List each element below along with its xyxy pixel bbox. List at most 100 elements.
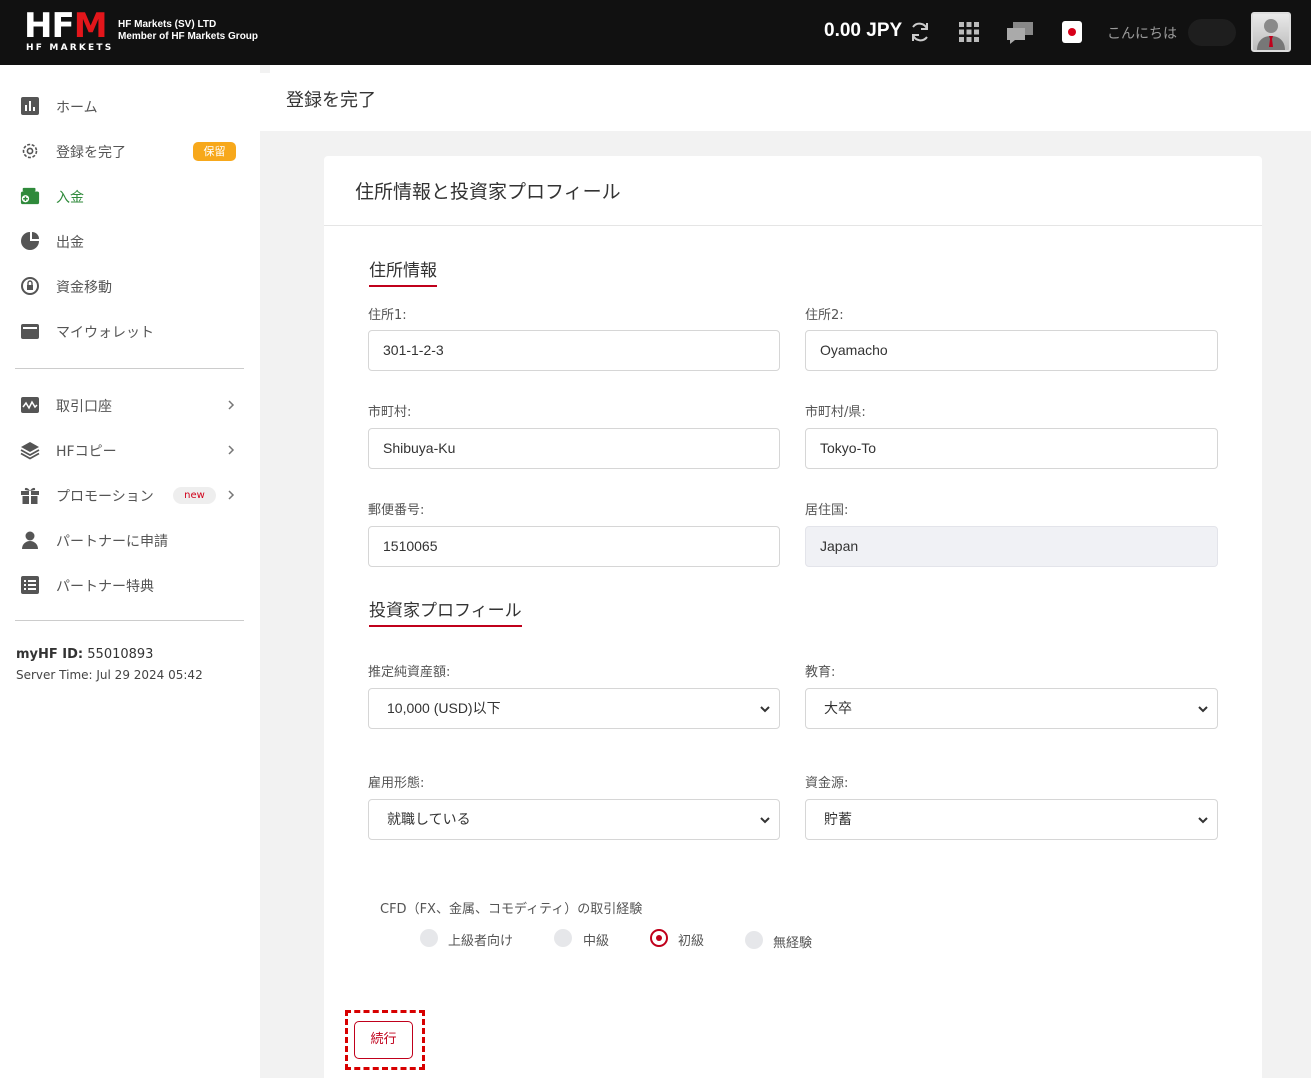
chevron-right-icon bbox=[228, 445, 235, 455]
page-header: 登録を完了 bbox=[260, 65, 1311, 131]
investor-section-title: 投資家プロフィール bbox=[369, 596, 522, 627]
apps-grid-icon[interactable] bbox=[958, 21, 980, 43]
radio-intermediate[interactable] bbox=[554, 929, 572, 947]
sidebar-divider bbox=[15, 620, 244, 621]
registration-card: 住所情報と投資家プロフィール 住所情報 住所1: 301-1-2-3 住所2: … bbox=[324, 156, 1262, 1078]
sidebar-item-label: 入金 bbox=[56, 190, 84, 206]
new-badge: new bbox=[173, 487, 216, 504]
avatar[interactable] bbox=[1251, 12, 1291, 52]
sidebar-item-home[interactable]: ホーム bbox=[0, 84, 260, 129]
education-select[interactable]: 大卒 bbox=[805, 688, 1218, 729]
japan-flag-icon[interactable] bbox=[1062, 21, 1082, 43]
education-label: 教育: bbox=[805, 665, 836, 680]
chart-icon bbox=[21, 97, 39, 115]
radio-intermediate-label: 中級 bbox=[583, 934, 610, 949]
sidebar: ホーム 登録を完了 保留 入金 出金 資金移動 マイウォレット 取引口座 HFコ… bbox=[0, 65, 260, 1078]
sidebar-item-my-wallet[interactable]: マイウォレット bbox=[0, 309, 260, 354]
fund-source-label: 資金源: bbox=[805, 776, 849, 791]
net-worth-value: 10,000 (USD)以下 bbox=[387, 700, 501, 716]
continue-button[interactable]: 続行 bbox=[354, 1021, 413, 1059]
sidebar-item-deposit[interactable]: 入金 bbox=[0, 174, 260, 219]
employment-select[interactable]: 就職している bbox=[368, 799, 780, 840]
sidebar-item-label: 取引口座 bbox=[56, 399, 112, 415]
chevron-right-icon bbox=[228, 400, 235, 410]
address2-label: 住所2: bbox=[805, 308, 844, 323]
logo-mark: HFM bbox=[24, 6, 108, 46]
pending-badge: 保留 bbox=[193, 142, 236, 161]
address1-label: 住所1: bbox=[368, 308, 407, 323]
chat-icon[interactable] bbox=[1005, 20, 1035, 46]
sidebar-item-transfer[interactable]: 資金移動 bbox=[0, 264, 260, 309]
prefecture-label: 市町村/県: bbox=[805, 405, 866, 420]
sidebar-item-label: 資金移動 bbox=[56, 280, 112, 296]
greeting-text: こんにちは bbox=[1107, 26, 1177, 42]
city-label: 市町村: bbox=[368, 405, 412, 420]
account-balance: 0.00 JPY bbox=[824, 20, 903, 41]
list-icon bbox=[21, 576, 39, 594]
person-icon bbox=[22, 531, 38, 549]
employment-value: 就職している bbox=[387, 811, 471, 827]
chevron-down-icon bbox=[760, 706, 770, 713]
radio-no-experience[interactable] bbox=[745, 931, 763, 949]
sidebar-item-label: HFコピー bbox=[56, 444, 117, 460]
refresh-icon[interactable] bbox=[908, 20, 932, 44]
sidebar-item-partner-apply[interactable]: パートナーに申請 bbox=[0, 518, 260, 563]
sidebar-item-partner-benefits[interactable]: パートナー特典 bbox=[0, 563, 260, 608]
sidebar-item-complete-registration[interactable]: 登録を完了 保留 bbox=[0, 129, 260, 174]
employment-label: 雇用形態: bbox=[368, 776, 425, 791]
company-name: HF Markets (SV) LTD bbox=[118, 19, 217, 30]
sidebar-item-label: マイウォレット bbox=[56, 325, 154, 341]
hfm-logo[interactable]: HFM HF MARKETS bbox=[24, 8, 114, 54]
sidebar-item-label: プロモーション bbox=[56, 489, 154, 505]
chevron-right-icon bbox=[228, 490, 235, 500]
top-bar: HFM HF MARKETS HF Markets (SV) LTD Membe… bbox=[0, 0, 1311, 65]
trading-experience-label: CFD（FX、金属、コモディティ）の取引経験 bbox=[380, 902, 643, 917]
company-group: Member of HF Markets Group bbox=[118, 31, 259, 42]
address1-input[interactable]: 301-1-2-3 bbox=[368, 330, 780, 371]
sidebar-item-label: パートナー特典 bbox=[56, 579, 154, 595]
transfer-icon bbox=[21, 277, 39, 295]
sidebar-item-hf-copy[interactable]: HFコピー bbox=[0, 428, 260, 473]
gear-icon bbox=[22, 143, 38, 159]
postal-code-input[interactable]: 1510065 bbox=[368, 526, 780, 567]
address-section-title: 住所情報 bbox=[369, 256, 437, 287]
trading-chart-icon bbox=[21, 397, 39, 413]
fund-source-value: 貯蓄 bbox=[824, 811, 852, 827]
radio-no-experience-label: 無経験 bbox=[773, 936, 813, 951]
city-input[interactable]: Shibuya-Ku bbox=[368, 428, 780, 469]
radio-beginner[interactable] bbox=[650, 929, 668, 947]
postal-code-label: 郵便番号: bbox=[368, 503, 425, 518]
sidebar-item-label: 出金 bbox=[56, 235, 84, 251]
chevron-down-icon bbox=[760, 817, 770, 824]
deposit-wallet-icon bbox=[20, 187, 40, 205]
card-divider bbox=[324, 225, 1262, 226]
sidebar-item-label: 登録を完了 bbox=[56, 145, 126, 161]
wallet-icon bbox=[21, 324, 39, 339]
sidebar-item-withdraw[interactable]: 出金 bbox=[0, 219, 260, 264]
card-title: 住所情報と投資家プロフィール bbox=[355, 181, 621, 203]
sidebar-item-trading-accounts[interactable]: 取引口座 bbox=[0, 383, 260, 428]
user-name-pill bbox=[1188, 19, 1236, 46]
country-label: 居住国: bbox=[805, 503, 849, 518]
net-worth-select[interactable]: 10,000 (USD)以下 bbox=[368, 688, 780, 729]
sidebar-item-label: パートナーに申請 bbox=[56, 534, 168, 550]
sidebar-item-promotions[interactable]: プロモーション new bbox=[0, 473, 260, 518]
country-input: Japan bbox=[805, 526, 1218, 567]
radio-advanced-label: 上級者向け bbox=[448, 934, 514, 949]
avatar-person-icon bbox=[1257, 19, 1285, 50]
radio-beginner-label: 初級 bbox=[678, 934, 705, 949]
prefecture-input[interactable]: Tokyo-To bbox=[805, 428, 1218, 469]
company-info: HF Markets (SV) LTD Member of HF Markets… bbox=[118, 19, 258, 43]
server-time: Server Time: Jul 29 2024 05:42 bbox=[16, 668, 203, 682]
radio-advanced[interactable] bbox=[420, 929, 438, 947]
fund-source-select[interactable]: 貯蓄 bbox=[805, 799, 1218, 840]
address2-input[interactable]: Oyamacho bbox=[805, 330, 1218, 371]
logo-subtitle: HF MARKETS bbox=[26, 43, 114, 53]
sidebar-divider bbox=[15, 368, 244, 369]
net-worth-label: 推定純資産額: bbox=[368, 665, 451, 680]
continue-highlight: 続行 bbox=[345, 1010, 425, 1070]
sidebar-item-label: ホーム bbox=[56, 100, 98, 116]
layers-icon bbox=[20, 442, 40, 460]
myhf-id: myHF ID: 55010893 bbox=[16, 647, 154, 662]
gift-icon bbox=[21, 487, 39, 504]
